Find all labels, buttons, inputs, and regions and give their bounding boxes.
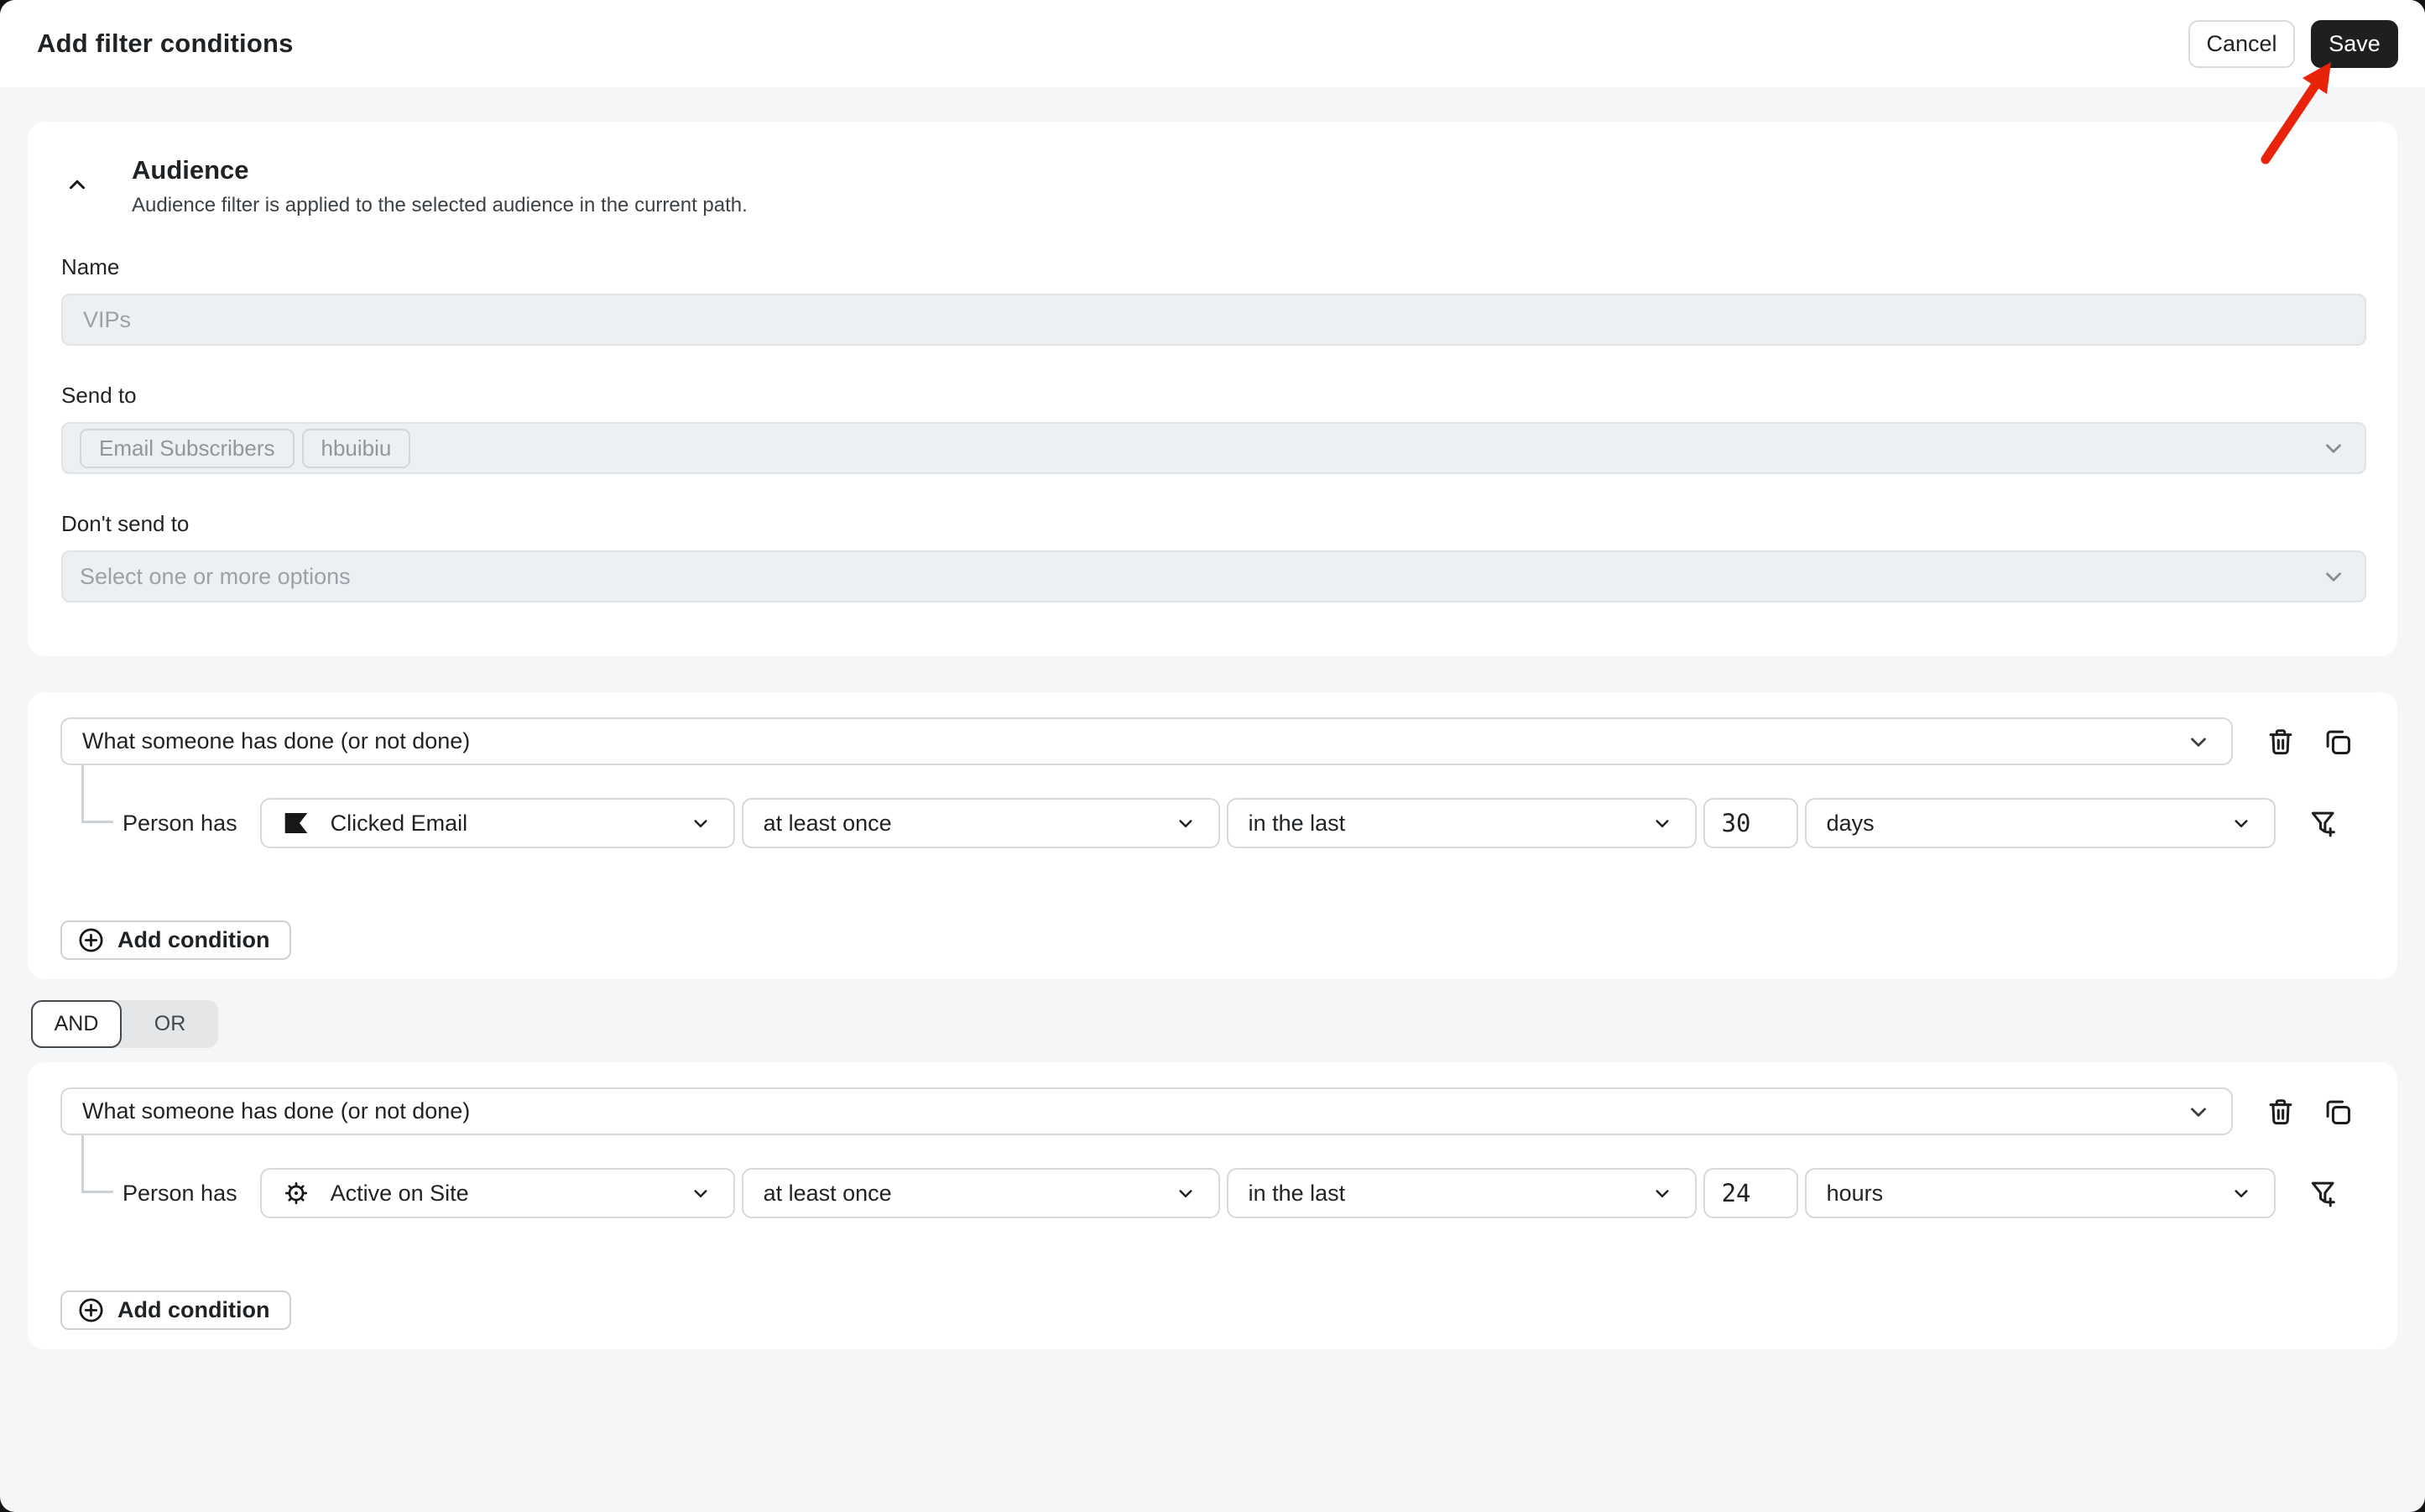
collapse-section-button[interactable] [63,170,91,199]
duplicate-condition-button[interactable] [2320,1094,2355,1129]
logic-or-button[interactable]: OR [122,1000,218,1048]
filter-plus-icon [2311,811,2335,837]
event-select[interactable]: Clicked Email [259,798,735,848]
amount-input[interactable] [1703,1168,1798,1218]
chevron-down-icon [1179,1190,1192,1197]
delete-condition-button[interactable] [2263,724,2298,759]
chevron-down-icon [2326,444,2341,453]
condition-card-2: What someone has done (or not done) Pers… [28,1062,2397,1349]
plus-circle-icon [79,1298,103,1322]
send-to-tag[interactable]: hbuibiu [301,428,411,468]
condition-type-select[interactable]: What someone has done (or not done) [60,1087,2233,1135]
event-select[interactable]: Active on Site [259,1168,735,1218]
frequency-select[interactable]: at least once [741,798,1220,848]
chevron-down-icon [2235,1190,2248,1197]
subject-label: Person has [123,810,237,836]
chevron-down-icon [2191,1108,2206,1117]
audience-subtitle: Audience filter is applied to the select… [132,194,748,216]
copy-icon [2326,730,2350,754]
chevron-down-icon [1656,1190,1669,1197]
branch-connector [81,1135,113,1193]
chevron-up-icon [70,180,85,190]
send-to-tag[interactable]: Email Subscribers [80,428,295,468]
subject-label: Person has [123,1180,237,1206]
chevron-down-icon [694,820,707,827]
logic-and-button[interactable]: AND [31,1000,122,1048]
duplicate-condition-button[interactable] [2320,724,2355,759]
dialog-content: Audience Audience filter is applied to t… [0,122,2425,1349]
timeframe-select[interactable]: in the last [1226,1168,1697,1218]
trash-icon [2269,1098,2292,1124]
copy-icon [2326,1100,2350,1124]
unit-select[interactable]: days [1804,798,2276,848]
chevron-down-icon [1179,820,1192,827]
chevron-down-icon [2326,572,2341,581]
timeframe-select[interactable]: in the last [1226,798,1697,848]
cancel-button[interactable]: Cancel [2188,19,2295,68]
frequency-select[interactable]: at least once [741,1168,1220,1218]
dont-send-to-placeholder: Select one or more options [80,563,351,589]
plus-circle-icon [79,928,103,952]
condition-row: Person has Active on Site at least once [60,1168,2355,1218]
gear-icon [282,1179,310,1207]
audience-section: Audience Audience filter is applied to t… [28,122,2397,656]
send-to-input[interactable]: Email Subscribers hbuibiu [61,422,2366,474]
filter-plus-icon [2311,1181,2335,1207]
condition-row: Person has Clicked Email at least once i… [60,798,2355,848]
unit-select[interactable]: hours [1804,1168,2276,1218]
chevron-down-icon [2235,820,2248,827]
save-button[interactable]: Save [2311,19,2398,68]
dont-send-to-input[interactable]: Select one or more options [61,550,2366,602]
chevron-down-icon [694,1190,707,1197]
send-to-label: Send to [61,383,137,408]
chevron-down-icon [2191,738,2206,747]
delete-condition-button[interactable] [2263,1094,2298,1129]
trash-icon [2269,728,2292,754]
flag-icon [282,809,310,837]
amount-input[interactable] [1703,798,1798,848]
dont-send-to-label: Don't send to [61,511,190,536]
add-filter-button[interactable] [2306,806,2341,841]
condition-card-1: What someone has done (or not done) Pers… [28,692,2397,979]
header-bar: Add filter conditions Cancel Save [0,0,2425,87]
filter-conditions-dialog: Add filter conditions Cancel Save Audien… [0,0,2425,1512]
page-title: Add filter conditions [37,29,294,58]
add-condition-button[interactable]: Add condition [60,1290,292,1330]
chevron-down-icon [1656,820,1669,827]
branch-connector [81,765,113,823]
condition-type-select[interactable]: What someone has done (or not done) [60,717,2233,765]
name-label: Name [61,254,120,279]
logic-toggle: AND OR [31,1000,218,1048]
audience-header: Audience Audience filter is applied to t… [61,155,2366,217]
audience-title: Audience [132,155,249,185]
name-input[interactable] [61,294,2366,346]
add-filter-button[interactable] [2306,1176,2341,1211]
add-condition-button[interactable]: Add condition [60,920,292,960]
